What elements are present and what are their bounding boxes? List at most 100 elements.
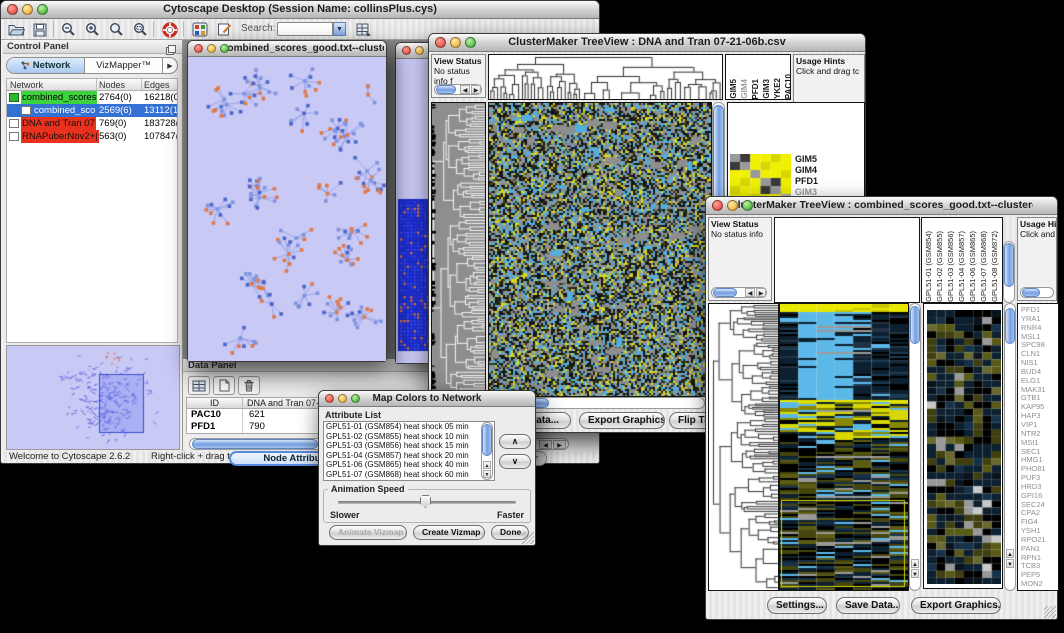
zoom-out-icon[interactable] (57, 21, 79, 38)
tab-network[interactable]: Network (7, 58, 85, 73)
move-down-button[interactable]: ∨ (499, 454, 531, 469)
tv2-column-label[interactable]: GPL51-07 (GSM868) (979, 231, 989, 302)
zoom-fit-icon[interactable] (129, 21, 151, 38)
data-scroll-thumb[interactable] (192, 439, 318, 449)
minimize-button[interactable] (338, 394, 347, 403)
zoom-button[interactable] (465, 37, 476, 48)
resize-grip[interactable] (1044, 606, 1056, 618)
tv2-status-hscrollbar[interactable]: ◀ ▶ (711, 287, 767, 298)
attribute-item[interactable]: GPL51-01 (GSM854) heat shock 05 min (324, 422, 494, 432)
attribute-item[interactable]: GPL51-03 (GSM856) heat shock 15 min (324, 441, 494, 451)
scroll-left-arrow[interactable]: ◀ (745, 288, 755, 297)
zoom-in-icon[interactable] (81, 21, 103, 38)
tv1-zoom-heatmap[interactable] (730, 154, 791, 202)
zoom-button[interactable] (220, 44, 229, 53)
minimize-button[interactable] (415, 46, 424, 55)
zoom-button[interactable] (37, 4, 48, 15)
attribute-list-vscrollbar[interactable]: ▲ ▼ (481, 422, 493, 480)
scroll-right-arrow[interactable]: ▶ (756, 288, 766, 297)
tv2-vscrollbar[interactable]: ▲ ▼ (909, 303, 921, 591)
speed-slider-thumb[interactable] (420, 495, 431, 508)
zoom-button[interactable] (742, 200, 753, 211)
tv1-column-dendrogram[interactable] (489, 55, 722, 99)
scroll-down-arrow[interactable]: ▼ (483, 470, 491, 478)
open-file-icon[interactable] (5, 21, 27, 38)
network-view-titlebar[interactable]: combined_scores_good.txt--cluste... (188, 41, 386, 57)
scroll-up-arrow[interactable]: ▲ (483, 461, 491, 469)
zoom-button[interactable] (351, 394, 360, 403)
network-view-canvas[interactable] (188, 57, 386, 361)
tab-overflow-button[interactable]: ▶ (162, 58, 177, 73)
close-button[interactable] (194, 44, 203, 53)
minimize-button[interactable] (450, 37, 461, 48)
tv2-column-label[interactable]: GPL51-08 (GSM872) (990, 231, 1000, 302)
attribute-item[interactable]: GPL51-02 (GSM855) heat shock 10 min (324, 432, 494, 442)
tv2-row-dendrogram[interactable] (709, 304, 778, 590)
scroll-left-arrow[interactable]: ◀ (460, 85, 470, 94)
close-button[interactable] (435, 37, 446, 48)
tv2-gene-label[interactable]: MON2 (1021, 580, 1058, 589)
attribute-item[interactable]: GPL51-07 (GSM868) heat shock 60 min (324, 470, 494, 480)
network-row[interactable]: RNAPuberNov2+| 563(0) 107847(0) (7, 130, 177, 143)
scroll-up-arrow[interactable]: ▲ (911, 559, 919, 568)
tv2-column-label[interactable]: GPL51-03 (GSM856) (946, 231, 956, 302)
save-icon[interactable] (29, 21, 51, 38)
annotation-edit-icon[interactable] (213, 21, 235, 38)
tv2-column-label[interactable]: GPL51-01 (GSM854) (924, 231, 934, 302)
tv1-column-label[interactable]: GIM3 (762, 79, 772, 99)
tv2-vscroll-thumb[interactable] (910, 306, 920, 344)
scroll-down-arrow[interactable]: ▼ (911, 569, 919, 578)
network-overview-panel[interactable] (6, 345, 180, 450)
tv2-column-label[interactable]: GPL51-06 (GSM865) (968, 231, 978, 302)
delete-attribute-trash-icon[interactable] (238, 376, 260, 395)
tv1-column-label[interactable]: PAC10 (784, 74, 791, 99)
minimize-button[interactable] (207, 44, 216, 53)
scroll-up-arrow[interactable]: ▲ (1006, 549, 1014, 558)
tv2-usage-hscrollbar[interactable] (1020, 287, 1054, 298)
tv2-zoom-heatmap[interactable] (927, 310, 1001, 584)
tv2-genelist-vscrollbar[interactable]: ▲ ▼ (1004, 303, 1016, 591)
tv2-column-label[interactable]: GPL51-02 (GSM855) (935, 231, 945, 302)
attribute-listbox[interactable]: GPL51-01 (GSM854) heat shock 05 minGPL51… (323, 421, 495, 481)
network-overview-canvas[interactable] (7, 346, 179, 449)
tv1-column-label[interactable]: GIM4 (740, 79, 750, 99)
tv1-column-label[interactable]: GIM5 (729, 79, 739, 99)
animate-vizmap-button[interactable]: Animate Vizmap (329, 525, 407, 540)
attribute-item[interactable]: GPL51-04 (GSM857) heat shock 20 min (324, 451, 494, 461)
attr-scroll-thumb[interactable] (482, 424, 492, 456)
scroll-left-arrow[interactable]: ◀ (539, 440, 552, 449)
tv2-column-dendrogram-pane[interactable] (774, 217, 920, 303)
create-vizmap-button[interactable]: Create Vizmap (413, 525, 485, 540)
network-overview-icon[interactable] (189, 21, 211, 38)
search-input[interactable] (277, 22, 333, 36)
tv2-export-graphics-button[interactable]: Export Graphics... (911, 597, 1001, 614)
scroll-down-arrow[interactable]: ▼ (1006, 559, 1014, 568)
close-button[interactable] (325, 394, 334, 403)
tv1-row-dendrogram[interactable] (432, 103, 485, 396)
network-row[interactable]: DNA and Tran 07 769(0) 183728(0) (7, 117, 177, 130)
close-button[interactable] (402, 46, 411, 55)
dialog-titlebar[interactable]: Map Colors to Network (319, 391, 535, 407)
tv1-row-dendrogram-pane[interactable] (431, 102, 486, 397)
tv2-column-label[interactable]: GPL51-04 (GSM857) (957, 231, 967, 302)
move-up-button[interactable]: ∧ (499, 434, 531, 449)
main-titlebar[interactable]: Cytoscape Desktop (Session Name: collins… (1, 1, 599, 19)
scroll-right-arrow[interactable]: ▶ (471, 85, 481, 94)
search-options-icon[interactable] (353, 21, 375, 38)
minimize-button[interactable] (727, 200, 738, 211)
network-row[interactable]: combined_scores 2764(0) 16218(0) (7, 91, 177, 104)
new-attribute-icon[interactable] (213, 376, 235, 395)
tv1-heatmap-pane[interactable] (488, 102, 712, 397)
scroll-right-arrow[interactable]: ▶ (553, 440, 566, 449)
tv1-gene-label[interactable]: PFD1 (795, 176, 823, 187)
resize-grip[interactable] (522, 532, 534, 544)
network-row[interactable]: combined_sco 2569(6) 13112(15) (7, 104, 177, 117)
zoom-selected-icon[interactable] (105, 21, 127, 38)
tv1-heatmap[interactable] (489, 103, 711, 396)
tv2-genelist-scroll-thumb[interactable] (1005, 308, 1015, 344)
tv2-heatmap-pane[interactable] (779, 303, 909, 591)
tv1-gene-label[interactable]: GIM5 (795, 154, 823, 165)
data-col-id[interactable]: ID (187, 398, 243, 408)
tv2-settings-button[interactable]: Settings... (767, 597, 827, 614)
treeview1-titlebar[interactable]: ClusterMaker TreeView : DNA and Tran 07-… (429, 34, 865, 52)
